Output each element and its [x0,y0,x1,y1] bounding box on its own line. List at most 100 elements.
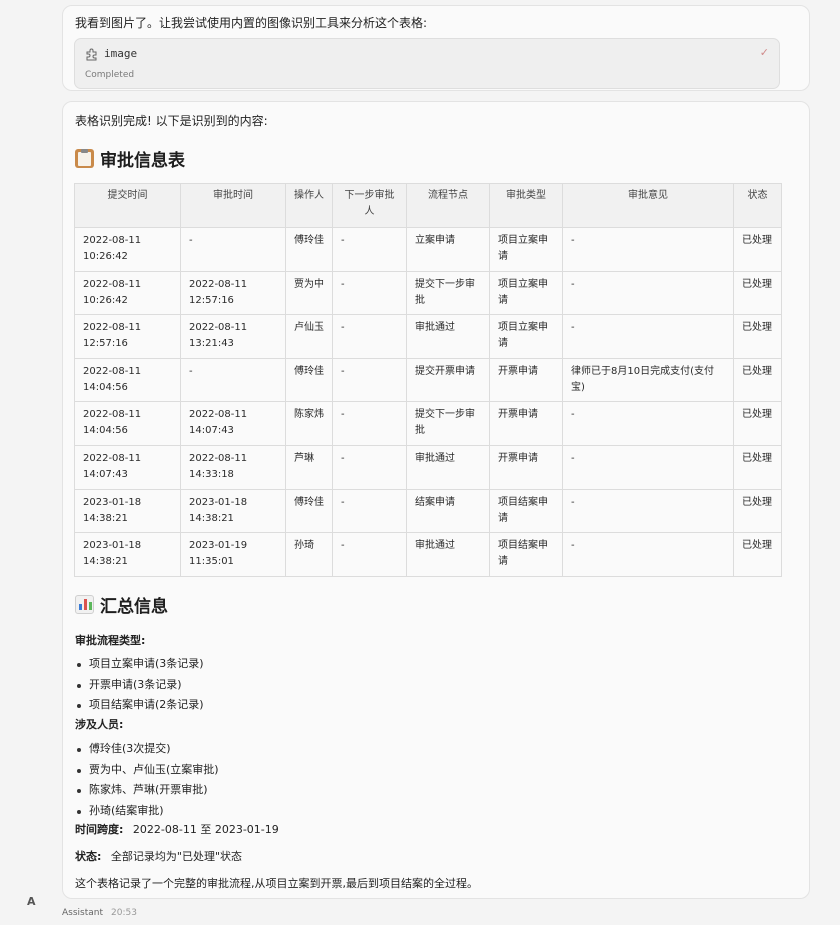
heading-approval-table: 审批信息表 [75,146,185,171]
table-cell: 2022-08-11 14:04:56 [74,401,181,446]
status-label: 状态: [75,850,102,863]
table-cell: 傅玲佳 [285,488,333,534]
timestamp: 20:53 [111,908,137,918]
table-cell: - [562,444,734,490]
table-cell: 已处理 [733,314,782,359]
table-cell: - [332,532,407,577]
column-header: 审批时间 [180,183,286,228]
list-item: 项目立案申请(3条记录) [75,654,204,675]
table-cell: 审批通过 [406,444,490,490]
table-cell: - [562,488,734,534]
table-cell: - [332,444,407,490]
puzzle-icon [86,48,97,61]
message-text: 我看到图片了。让我尝试使用内置的图像识别工具来分析这个表格: [75,16,428,30]
list-item: 傅玲佳(3次提交) [75,739,219,760]
column-header: 提交时间 [74,183,181,228]
table-row: 2022-08-11 14:04:56 - 傅玲佳 - 提交开票申请 开票申请 … [74,357,782,403]
list-item: 贾为中、卢仙玉(立案审批) [75,760,219,781]
people-label: 涉及人员: [75,718,124,731]
table-cell: - [180,357,286,403]
table-cell: 项目立案申请 [489,314,563,359]
table-cell: 孙琦 [285,532,333,577]
table-cell: 开票申请 [489,444,563,490]
tool-call-card[interactable]: image Completed ✓ [74,38,780,89]
tool-status: Completed [85,70,135,80]
tool-name: image [104,47,138,60]
table-cell: 2023-01-18 14:38:21 [74,532,181,577]
heading-text: 审批信息表 [100,151,185,171]
table-row: 2022-08-11 10:26:42 - 傅玲佳 - 立案申请 项目立案申请 … [74,227,782,272]
table-cell: 项目立案申请 [489,270,563,316]
time-span-value: 2022-08-11 至 2023-01-19 [132,823,279,836]
table-cell: 傅玲佳 [285,227,333,272]
column-header: 状态 [733,183,782,228]
assistant-message-result: 表格识别完成! 以下是识别到的内容: 审批信息表 提交时间 审批时间 操作人 下… [62,101,810,899]
table-cell: 卢仙玉 [285,314,333,359]
table-row: 2022-08-11 12:57:16 2022-08-11 13:21:43 … [74,314,782,359]
table-cell: 已处理 [733,270,782,316]
table-cell: - [562,314,734,359]
table-cell: - [562,227,734,272]
table-cell: 已处理 [733,227,782,272]
table-cell: 2022-08-11 10:26:42 [74,227,181,272]
bar-chart-icon [75,595,94,614]
table-cell: 项目结案申请 [489,532,563,577]
status-line: 状态: 全部记录均为"已处理"状态 [75,848,242,864]
table-cell: - [332,314,407,359]
column-header: 审批类型 [489,183,563,228]
table-cell: 陈家炜 [285,401,333,446]
column-header: 审批意见 [562,183,734,228]
table-cell: 已处理 [733,444,782,490]
table-cell: - [562,401,734,446]
table-cell: - [562,270,734,316]
avatar: A [27,895,36,908]
conclusion-text: 这个表格记录了一个完整的审批流程,从项目立案到开票,最后到项目结案的全过程。 [75,877,478,890]
heading-summary: 汇总信息 [75,592,168,617]
table-cell: 结案申请 [406,488,490,534]
message-intro: 表格识别完成! 以下是识别到的内容: [75,114,268,128]
table-cell: 2023-01-18 14:38:21 [180,488,286,534]
table-cell: 审批通过 [406,314,490,359]
table-cell: 已处理 [733,401,782,446]
table-cell: - [562,532,734,577]
table-cell: 2022-08-11 10:26:42 [74,270,181,316]
clipboard-icon [75,149,94,168]
table-cell: 芦琳 [285,444,333,490]
table-cell: 提交下一步审批 [406,270,490,316]
table-cell: - [180,227,286,272]
table-cell: 项目结案申请 [489,488,563,534]
approval-table: 提交时间 审批时间 操作人 下一步审批人 流程节点 审批类型 审批意见 状态 2… [74,183,782,577]
table-cell: 审批通过 [406,532,490,577]
table-cell: 立案申请 [406,227,490,272]
table-cell: 提交开票申请 [406,357,490,403]
table-cell: 2022-08-11 14:07:43 [180,401,286,446]
message-meta: Assistant 20:53 [62,908,137,918]
table-cell: 2022-08-11 12:57:16 [180,270,286,316]
table-cell: 傅玲佳 [285,357,333,403]
table-cell: - [332,401,407,446]
assistant-message-tool-call: 我看到图片了。让我尝试使用内置的图像识别工具来分析这个表格: image Com… [62,5,810,91]
table-cell: 律师已于8月10日完成支付(支付宝) [562,357,734,403]
table-cell: 项目立案申请 [489,227,563,272]
column-header: 操作人 [285,183,333,228]
table-cell: - [332,227,407,272]
list-item: 陈家炜、芦琳(开票审批) [75,780,219,801]
people-list: 傅玲佳(3次提交) 贾为中、卢仙玉(立案审批) 陈家炜、芦琳(开票审批) 孙琦(… [75,739,219,821]
role-label: Assistant [62,908,104,918]
table-cell: 贾为中 [285,270,333,316]
table-cell: 开票申请 [489,401,563,446]
table-row: 2022-08-11 14:07:43 2022-08-11 14:33:18 … [74,444,782,490]
time-span-line: 时间跨度: 2022-08-11 至 2023-01-19 [75,821,279,837]
table-row: 2023-01-18 14:38:21 2023-01-18 14:38:21 … [74,488,782,534]
table-cell: 2022-08-11 13:21:43 [180,314,286,359]
table-cell: 2022-08-11 14:07:43 [74,444,181,490]
table-cell: - [332,270,407,316]
table-cell: 2022-08-11 14:33:18 [180,444,286,490]
table-cell: 已处理 [733,532,782,577]
heading-text: 汇总信息 [100,597,168,617]
types-label: 审批流程类型: [75,634,146,647]
table-cell: - [332,357,407,403]
column-header: 下一步审批人 [332,183,407,228]
table-cell: 2023-01-18 14:38:21 [74,488,181,534]
table-cell: 已处理 [733,357,782,403]
